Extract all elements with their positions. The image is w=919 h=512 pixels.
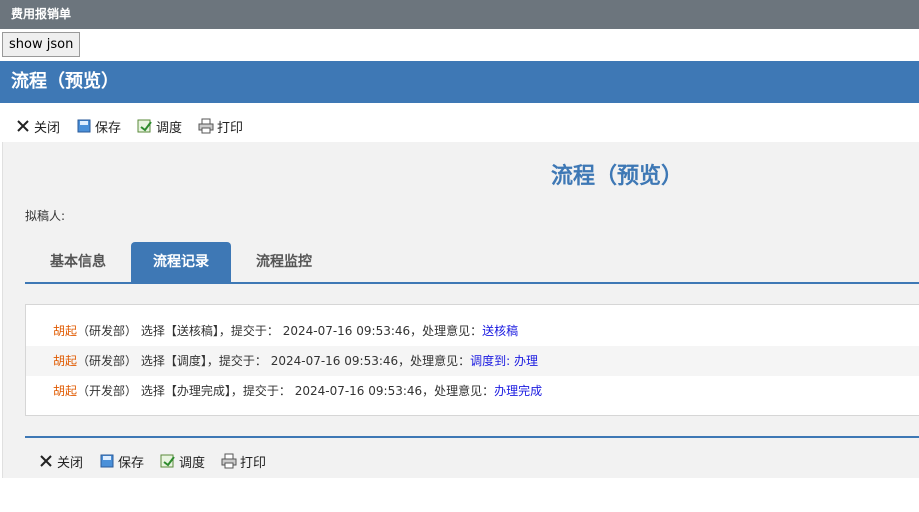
record-time: 2024-07-16 09:53:46 bbox=[282, 324, 411, 338]
tab-bar: 基本信息 流程记录 流程监控 bbox=[25, 242, 919, 284]
record-opinion[interactable]: 调度到: 办理 bbox=[470, 354, 538, 368]
dispatch-label: 调度 bbox=[179, 455, 206, 471]
record-action: 选择【办理完成】，提交于： bbox=[140, 384, 291, 398]
record-row: 胡起（开发部） 选择【办理完成】，提交于： 2024-07-16 09:53:4… bbox=[26, 376, 919, 406]
record-user[interactable]: 胡起 bbox=[53, 324, 77, 338]
save-button[interactable]: 保存 bbox=[76, 117, 121, 136]
tab-basic-info[interactable]: 基本信息 bbox=[25, 242, 131, 282]
tab-flow-monitor[interactable]: 流程监控 bbox=[231, 242, 337, 282]
drafter-label: 拟稿人: bbox=[25, 209, 66, 223]
bottom-divider bbox=[25, 436, 919, 438]
records-list: 胡起（研发部） 选择【送核稿】，提交于： 2024-07-16 09:53:46… bbox=[25, 304, 919, 416]
record-time: 2024-07-16 09:53:46 bbox=[294, 384, 423, 398]
record-row: 胡起（研发部） 选择【调度】，提交于： 2024-07-16 09:53:46，… bbox=[26, 346, 919, 376]
print-button[interactable]: 打印 bbox=[221, 452, 266, 471]
bottom-toolbar: 关闭 保存 调度 打印 bbox=[38, 446, 282, 476]
record-opinion-label: ，处理意见： bbox=[410, 324, 483, 338]
window-title: 费用报销单 bbox=[0, 0, 919, 29]
dispatch-label: 调度 bbox=[156, 120, 183, 136]
dispatch-button[interactable]: 调度 bbox=[160, 452, 205, 471]
close-button[interactable]: 关闭 bbox=[38, 452, 83, 471]
record-opinion[interactable]: 办理完成 bbox=[494, 384, 542, 398]
record-opinion[interactable]: 送核稿 bbox=[482, 324, 518, 338]
flow-header-title: 流程（预览） bbox=[0, 61, 919, 103]
show-json-button[interactable]: show json bbox=[2, 32, 81, 57]
dispatch-icon bbox=[160, 453, 176, 469]
save-label: 保存 bbox=[118, 455, 145, 471]
close-label: 关闭 bbox=[57, 455, 84, 471]
record-dept: （研发部） bbox=[77, 324, 138, 338]
close-button[interactable]: 关闭 bbox=[15, 117, 60, 136]
print-label: 打印 bbox=[217, 120, 244, 136]
top-toolbar: 关闭 保存 调度 打印 bbox=[15, 111, 259, 141]
save-icon bbox=[76, 118, 92, 134]
save-icon bbox=[99, 453, 115, 469]
close-icon bbox=[15, 118, 31, 134]
tab-flow-records[interactable]: 流程记录 bbox=[131, 242, 231, 282]
record-time: 2024-07-16 09:53:46 bbox=[270, 354, 399, 368]
close-icon bbox=[38, 453, 54, 469]
save-button[interactable]: 保存 bbox=[99, 452, 144, 471]
print-label: 打印 bbox=[240, 455, 267, 471]
save-label: 保存 bbox=[95, 120, 122, 136]
record-user[interactable]: 胡起 bbox=[53, 384, 77, 398]
dispatch-icon bbox=[137, 118, 153, 134]
print-icon bbox=[221, 453, 237, 469]
print-icon bbox=[198, 118, 214, 134]
record-dept: （研发部） bbox=[77, 354, 138, 368]
record-dept: （开发部） bbox=[77, 384, 138, 398]
record-opinion-label: ，处理意见： bbox=[398, 354, 471, 368]
record-row: 胡起（研发部） 选择【送核稿】，提交于： 2024-07-16 09:53:46… bbox=[26, 316, 919, 346]
record-opinion-label: ，处理意见： bbox=[422, 384, 495, 398]
print-button[interactable]: 打印 bbox=[198, 117, 243, 136]
record-action: 选择【送核稿】，提交于： bbox=[140, 324, 279, 338]
dispatch-button[interactable]: 调度 bbox=[137, 117, 182, 136]
close-label: 关闭 bbox=[34, 120, 61, 136]
record-action: 选择【调度】，提交于： bbox=[140, 354, 267, 368]
page-title: 流程（预览） bbox=[551, 164, 684, 189]
record-user[interactable]: 胡起 bbox=[53, 354, 77, 368]
